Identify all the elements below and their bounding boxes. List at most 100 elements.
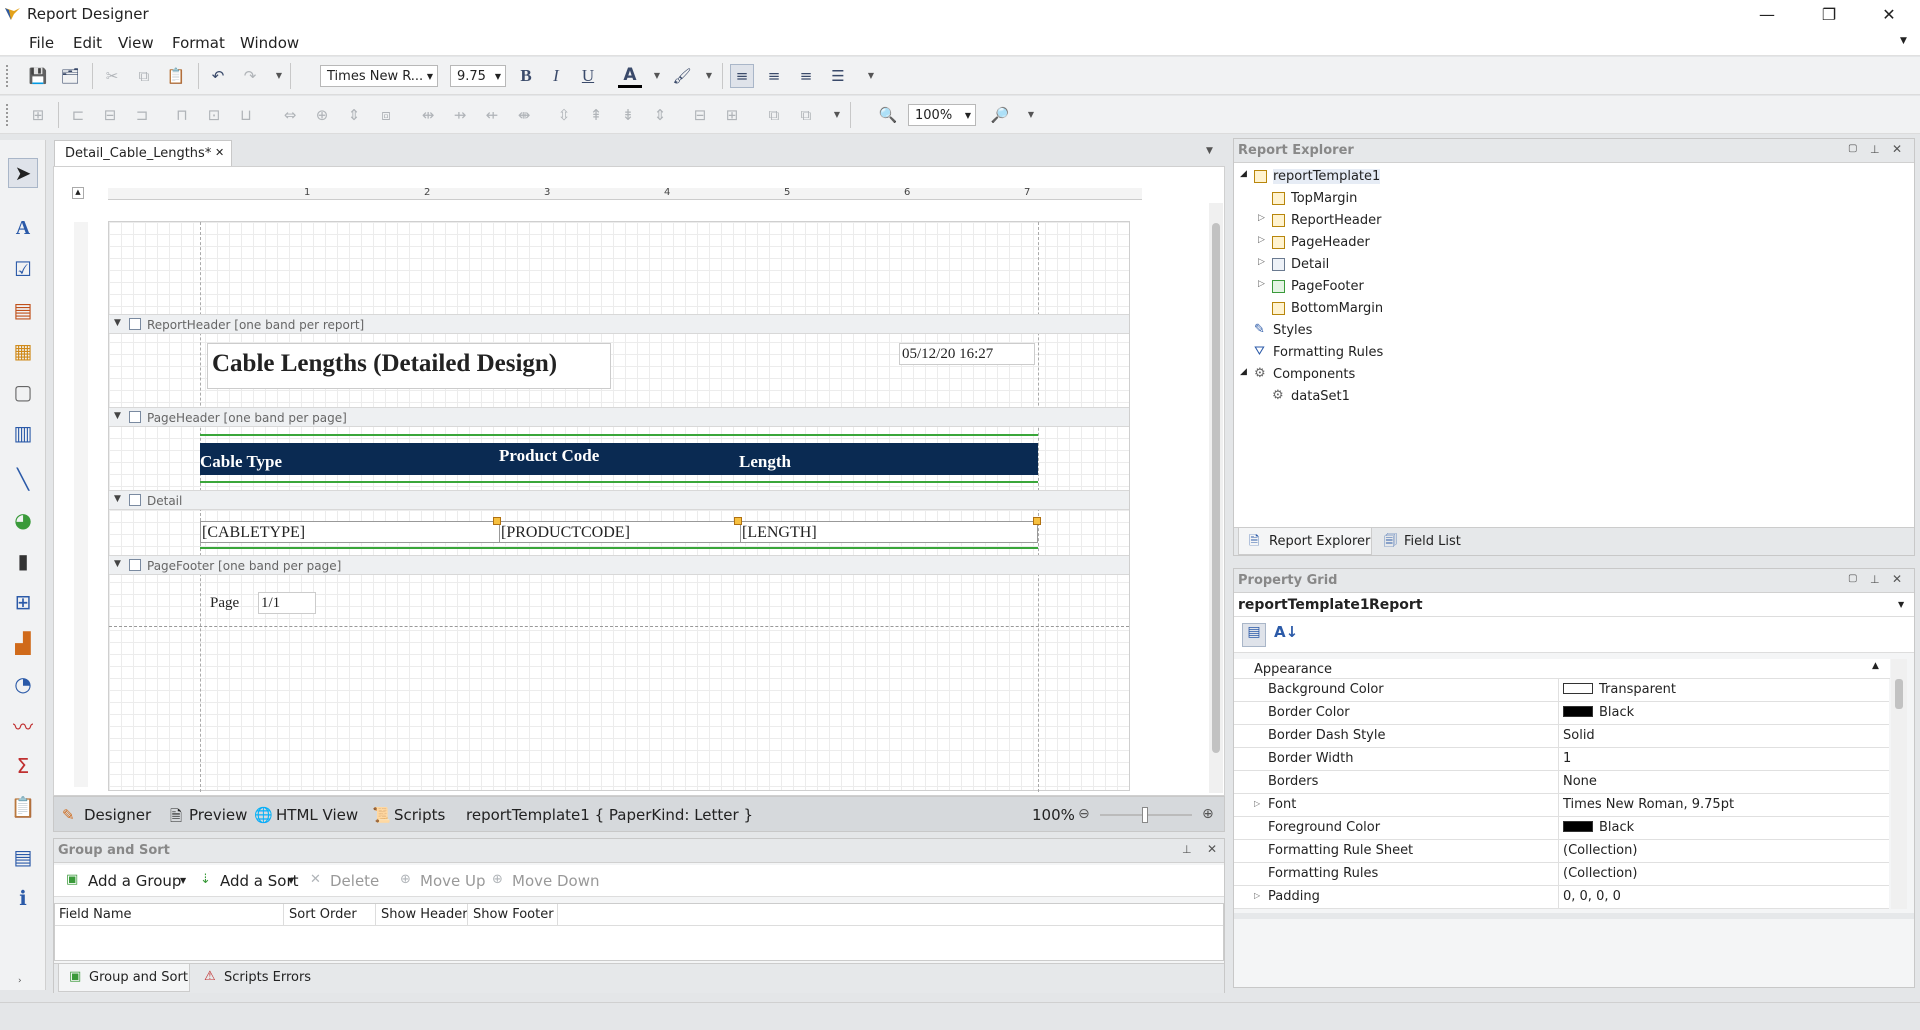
menu-format[interactable]: Format bbox=[172, 34, 225, 52]
picture-tool-icon[interactable]: ▦ bbox=[8, 336, 38, 366]
align-lefts-icon[interactable]: ⊏ bbox=[66, 103, 90, 127]
back-color-icon[interactable]: 🖌 bbox=[670, 64, 694, 88]
close-panel-icon[interactable]: ✕ bbox=[1892, 142, 1902, 156]
panel-tool-icon[interactable]: ▢ bbox=[8, 377, 38, 407]
categorized-icon[interactable]: ▤ bbox=[1242, 623, 1266, 647]
expand-icon[interactable]: ▷ bbox=[1258, 279, 1265, 289]
minimize-button[interactable]: — bbox=[1744, 0, 1790, 28]
center-vertically-icon[interactable]: ⊞ bbox=[720, 103, 744, 127]
v-spacing-equal-icon[interactable]: ⇳ bbox=[552, 103, 576, 127]
expand-icon[interactable]: ▷ bbox=[1254, 891, 1260, 900]
col-sort-order[interactable]: Sort Order bbox=[289, 907, 357, 922]
collapse-band-icon[interactable]: ▼ bbox=[114, 494, 121, 504]
pin-icon[interactable]: ⊥ bbox=[1870, 573, 1880, 586]
chevron-down-icon[interactable]: ▼ bbox=[1898, 600, 1904, 609]
add-group-button[interactable]: Add a Group bbox=[88, 872, 181, 890]
size-to-grid-icon[interactable]: ⊕ bbox=[310, 103, 334, 127]
band-page-footer[interactable]: ▼ PageFooter [one band per page] bbox=[109, 555, 1129, 575]
close-panel-icon[interactable]: ✕ bbox=[1892, 572, 1902, 586]
expand-icon[interactable]: ◢ bbox=[1240, 169, 1247, 179]
tab-group-and-sort[interactable]: ▣ Group and Sort bbox=[58, 964, 190, 992]
back-color-dropdown-icon[interactable]: ▼ bbox=[704, 71, 714, 80]
close-button[interactable]: ✕ bbox=[1866, 0, 1912, 28]
tab-field-list[interactable]: Field List bbox=[1404, 534, 1461, 549]
expand-icon[interactable]: ▷ bbox=[1258, 257, 1265, 267]
close-tab-icon[interactable]: ✕ bbox=[215, 146, 224, 159]
designer-vertical-scrollbar[interactable] bbox=[1209, 203, 1223, 793]
fore-color-dropdown-icon[interactable]: ▼ bbox=[652, 71, 662, 80]
checkbox-tool-icon[interactable]: ☑ bbox=[8, 254, 38, 284]
gauge-tool-icon[interactable]: ◔ bbox=[8, 669, 38, 699]
tab-scripts-errors[interactable]: Scripts Errors bbox=[224, 970, 311, 985]
menu-view[interactable]: View bbox=[118, 34, 154, 52]
menu-window[interactable]: Window bbox=[240, 34, 299, 52]
layout-toolbar-overflow-icon[interactable]: ▼ bbox=[832, 110, 842, 119]
richtext-tool-icon[interactable]: ▤ bbox=[8, 295, 38, 325]
font-size-combo[interactable]: 9.75 ▼ bbox=[450, 65, 506, 87]
justify-icon[interactable]: ☰ bbox=[826, 64, 850, 88]
prop-row-border-color[interactable]: Border Color Black bbox=[1234, 702, 1889, 725]
subreport-tool-icon[interactable]: 📋 bbox=[8, 792, 38, 822]
bold-button[interactable]: B bbox=[514, 64, 538, 88]
prop-row-borders[interactable]: Borders None bbox=[1234, 771, 1889, 794]
field-length[interactable]: [LENGTH] bbox=[740, 521, 1038, 543]
page-number-field[interactable]: 1/1 bbox=[258, 592, 316, 614]
field-productcode[interactable]: [PRODUCTCODE] bbox=[499, 521, 741, 543]
field-cabletype[interactable]: [CABLETYPE] bbox=[200, 521, 500, 543]
collapse-band-icon[interactable]: ▼ bbox=[114, 559, 121, 569]
toolbar-overflow-icon[interactable]: ▼ bbox=[866, 71, 876, 80]
move-down-button[interactable]: Move Down bbox=[512, 872, 600, 890]
prop-row-formatting-rules[interactable]: Formatting Rules (Collection) bbox=[1234, 863, 1889, 886]
col-show-footer[interactable]: Show Footer bbox=[473, 907, 554, 922]
redo-icon[interactable]: ↷ bbox=[238, 64, 262, 88]
h-spacing-equal-icon[interactable]: ⇹ bbox=[416, 103, 440, 127]
category-appearance[interactable]: Appearance ▲ bbox=[1234, 659, 1890, 679]
prop-row-padding[interactable]: ▷ Padding 0, 0, 0, 0 bbox=[1234, 886, 1889, 909]
col-show-header[interactable]: Show Header bbox=[381, 907, 468, 922]
chevron-down-icon[interactable]: ▼ bbox=[180, 876, 186, 885]
expand-icon[interactable]: ▷ bbox=[1254, 799, 1260, 808]
smart-tag-icon[interactable] bbox=[734, 517, 742, 525]
zoom-in-icon[interactable]: ⊕ bbox=[1202, 806, 1214, 822]
menu-file[interactable]: File bbox=[29, 34, 54, 52]
sparkline-tool-icon[interactable]: 〰 bbox=[8, 710, 38, 740]
label-tool-icon[interactable]: A bbox=[8, 213, 38, 243]
bring-to-front-icon[interactable]: ⧉ bbox=[762, 103, 786, 127]
select-report-icon[interactable]: ▲ bbox=[72, 187, 84, 199]
tab-detail-cable-lengths[interactable]: Detail_Cable_Lengths* ✕ bbox=[54, 140, 232, 166]
expand-icon[interactable]: ▷ bbox=[1258, 213, 1265, 223]
prop-row-border-dash-style[interactable]: Border Dash Style Solid bbox=[1234, 725, 1889, 748]
font-family-combo[interactable]: Times New R... ▼ bbox=[320, 65, 438, 87]
align-tops-icon[interactable]: ⊓ bbox=[170, 103, 194, 127]
toolbox-scroll-icon[interactable]: › bbox=[18, 976, 22, 986]
line-tool-icon[interactable]: ╲ bbox=[8, 464, 38, 494]
smart-tag-icon[interactable] bbox=[1033, 517, 1041, 525]
collapse-band-icon[interactable]: ▼ bbox=[114, 318, 121, 328]
col-header-cable-type[interactable]: Cable Type bbox=[200, 452, 282, 472]
chart-tool-icon[interactable]: ▟ bbox=[8, 628, 38, 658]
align-centers-icon[interactable]: ⊟ bbox=[98, 103, 122, 127]
send-to-back-icon[interactable]: ⧉ bbox=[794, 103, 818, 127]
zoom-out-icon[interactable]: ⊖ bbox=[1078, 806, 1090, 822]
prop-row-foreground-color[interactable]: Foreground Color Black bbox=[1234, 817, 1889, 840]
collapse-band-icon[interactable]: ▼ bbox=[114, 411, 121, 421]
h-spacing-decrease-icon[interactable]: ⇷ bbox=[480, 103, 504, 127]
page-info-tool-icon[interactable]: ▤ bbox=[8, 842, 38, 872]
expand-icon[interactable]: ▷ bbox=[1258, 235, 1265, 245]
tab-list-dropdown-icon[interactable]: ▼ bbox=[1206, 146, 1213, 156]
toolbar-grip[interactable] bbox=[6, 65, 10, 87]
same-height-icon[interactable]: ⇕ bbox=[342, 103, 366, 127]
save-icon[interactable]: 💾 bbox=[26, 64, 50, 88]
zoom-combo[interactable]: 100% ▼ bbox=[908, 104, 976, 126]
align-middles-icon[interactable]: ⊡ bbox=[202, 103, 226, 127]
undo-dropdown-icon[interactable]: ▼ bbox=[274, 71, 284, 80]
pointer-tool-icon[interactable]: ➤ bbox=[8, 158, 38, 188]
add-sort-button[interactable]: Add a Sort bbox=[220, 872, 299, 890]
paste-icon[interactable]: 📋 bbox=[164, 64, 188, 88]
align-bottoms-icon[interactable]: ⊔ bbox=[234, 103, 258, 127]
zoom-slider-thumb[interactable] bbox=[1142, 807, 1148, 823]
maximize-panel-icon[interactable]: ▢ bbox=[1848, 143, 1857, 154]
col-header-length[interactable]: Length bbox=[739, 452, 791, 472]
smart-tag-icon[interactable] bbox=[493, 517, 501, 525]
pin-icon[interactable]: ⊥ bbox=[1182, 843, 1192, 856]
